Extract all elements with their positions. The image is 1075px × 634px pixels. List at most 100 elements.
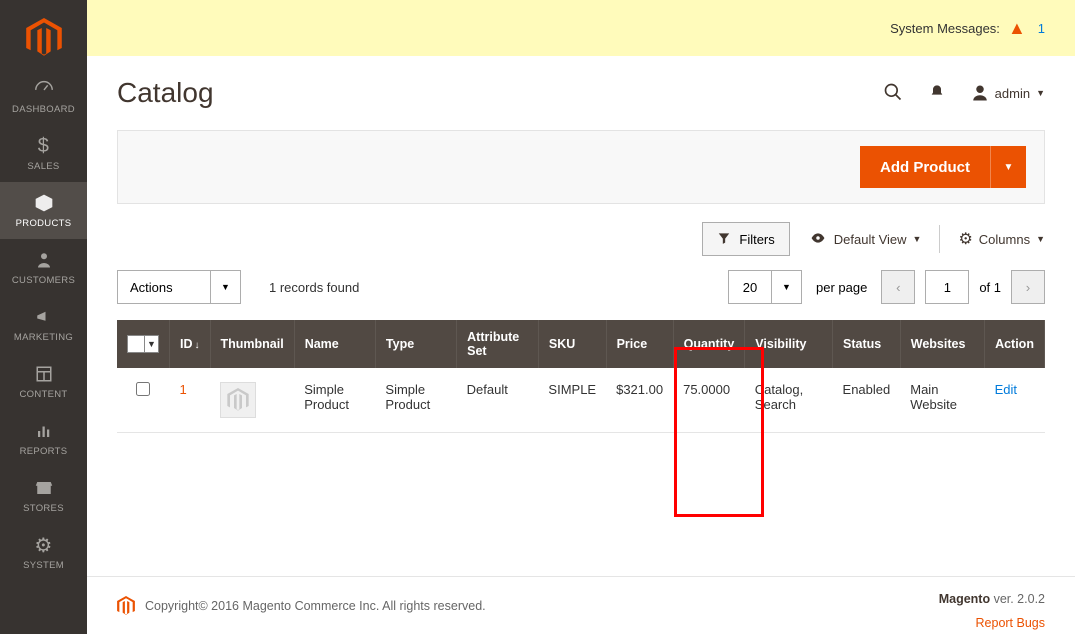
user-name: admin [995, 86, 1030, 101]
magento-logo-small [117, 596, 135, 616]
col-action[interactable]: Action [985, 320, 1045, 368]
person-icon [35, 247, 53, 273]
separator [939, 225, 940, 253]
chevron-down-icon: ▼ [221, 282, 230, 292]
nav-sales[interactable]: $ SALES [0, 125, 87, 182]
columns-toggle[interactable]: ⚙ Columns ▼ [958, 229, 1045, 249]
search-icon[interactable] [883, 82, 903, 105]
action-bar: Add Product ▼ [117, 130, 1045, 204]
nav-label: SYSTEM [23, 560, 64, 571]
col-id[interactable]: ID↓ [170, 320, 211, 368]
store-icon [34, 475, 54, 501]
cell-visibility: Catalog, Search [745, 368, 833, 433]
next-page-button[interactable]: › [1011, 270, 1045, 304]
cell-name: Simple Product [294, 368, 375, 433]
page-input[interactable] [925, 270, 969, 304]
nav-dashboard[interactable]: DASHBOARD [0, 68, 87, 125]
col-sku[interactable]: SKU [538, 320, 606, 368]
col-status[interactable]: Status [833, 320, 901, 368]
col-type[interactable]: Type [375, 320, 456, 368]
select-all-checkbox[interactable]: ▼ [127, 335, 159, 353]
grid-toolbar: Filters Default View ▼ ⚙ Columns ▼ [87, 204, 1075, 256]
nav-stores[interactable]: STORES [0, 467, 87, 524]
col-select[interactable]: ▼ [117, 320, 170, 368]
cell-quantity: 75.0000 [673, 368, 745, 433]
actions-dropdown-arrow[interactable]: ▼ [211, 270, 241, 304]
perpage-dropdown[interactable]: ▼ [772, 270, 802, 304]
nav-label: DASHBOARD [12, 104, 75, 115]
actions-button[interactable]: Actions [117, 270, 211, 304]
cell-attrset: Default [457, 368, 539, 433]
system-messages-label: System Messages: [890, 21, 1000, 36]
system-messages-bar: System Messages: ▲ 1 [87, 0, 1075, 56]
page-of-label: of 1 [979, 280, 1001, 295]
copyright-text: Copyright© 2016 Magento Commerce Inc. Al… [145, 599, 486, 613]
nav-system[interactable]: ⚙ SYSTEM [0, 524, 87, 581]
report-bugs-link[interactable]: Report Bugs [939, 616, 1045, 630]
default-view-toggle[interactable]: Default View ▼ [808, 231, 922, 248]
sort-desc-icon: ↓ [195, 340, 200, 351]
table-row[interactable]: 1 Simple Product Simple Product Default … [117, 368, 1045, 433]
user-menu[interactable]: admin ▼ [971, 84, 1045, 102]
chevron-down-icon: ▼ [1036, 234, 1045, 244]
chevron-right-icon: › [1026, 280, 1030, 295]
perpage-label: per page [816, 280, 867, 295]
magento-logo[interactable] [0, 8, 87, 68]
row-checkbox[interactable] [136, 382, 150, 396]
triangle-down-icon: ▼ [1004, 162, 1014, 173]
nav-label: CONTENT [19, 389, 67, 400]
cell-sku: SIMPLE [538, 368, 606, 433]
nav-label: CUSTOMERS [12, 275, 75, 286]
chevron-down-icon: ▼ [913, 234, 922, 244]
col-price[interactable]: Price [606, 320, 673, 368]
funnel-icon [717, 231, 731, 248]
cell-status: Enabled [833, 368, 901, 433]
brand-label: Magento [939, 592, 990, 606]
nav-label: REPORTS [20, 446, 68, 457]
columns-label: Columns [979, 232, 1030, 247]
col-quantity[interactable]: Quantity [673, 320, 745, 368]
product-thumbnail [220, 382, 256, 418]
filters-button[interactable]: Filters [702, 222, 789, 256]
col-websites[interactable]: Websites [900, 320, 984, 368]
nav-customers[interactable]: CUSTOMERS [0, 239, 87, 296]
gear-icon: ⚙ [958, 229, 972, 249]
add-product-dropdown[interactable]: ▼ [990, 146, 1026, 188]
col-attribute-set[interactable]: Attribute Set [457, 320, 539, 368]
cell-thumbnail [210, 368, 294, 433]
version-label: ver. 2.0.2 [990, 592, 1045, 606]
main-content: System Messages: ▲ 1 Catalog admin ▼ Add… [87, 0, 1075, 634]
col-name[interactable]: Name [294, 320, 375, 368]
nav-label: MARKETING [14, 332, 73, 343]
system-messages-count[interactable]: 1 [1038, 21, 1045, 36]
box-icon [34, 190, 54, 216]
nav-products[interactable]: PRODUCTS [0, 182, 87, 239]
col-visibility[interactable]: Visibility [745, 320, 833, 368]
chevron-left-icon: ‹ [896, 280, 900, 295]
cell-id: 1 [170, 368, 211, 433]
add-product-button[interactable]: Add Product [860, 146, 990, 188]
megaphone-icon [34, 304, 54, 330]
chevron-down-icon: ▼ [144, 336, 158, 352]
prev-page-button[interactable]: ‹ [881, 270, 915, 304]
chevron-down-icon: ▼ [782, 282, 791, 292]
grid-controls: Actions ▼ 1 records found ▼ per page ‹ o… [87, 256, 1075, 320]
chevron-down-icon: ▼ [1036, 88, 1045, 98]
nav-marketing[interactable]: MARKETING [0, 296, 87, 353]
default-view-label: Default View [834, 232, 907, 247]
mass-actions-select[interactable]: Actions ▼ [117, 270, 241, 304]
product-grid: ▼ ID↓ Thumbnail Name Type Attribute Set … [87, 320, 1075, 433]
page-header: Catalog admin ▼ [87, 56, 1075, 130]
nav-reports[interactable]: REPORTS [0, 410, 87, 467]
layout-icon [35, 361, 53, 387]
nav-content[interactable]: CONTENT [0, 353, 87, 410]
gear-icon: ⚙ [34, 532, 52, 558]
admin-sidebar: DASHBOARD $ SALES PRODUCTS CUSTOMERS MAR… [0, 0, 87, 634]
perpage-input[interactable] [728, 270, 772, 304]
edit-link[interactable]: Edit [995, 382, 1017, 397]
bell-icon[interactable] [929, 83, 945, 104]
page-footer: Copyright© 2016 Magento Commerce Inc. Al… [87, 576, 1075, 634]
col-thumbnail[interactable]: Thumbnail [210, 320, 294, 368]
gauge-icon [33, 76, 55, 102]
eye-icon [808, 231, 828, 248]
